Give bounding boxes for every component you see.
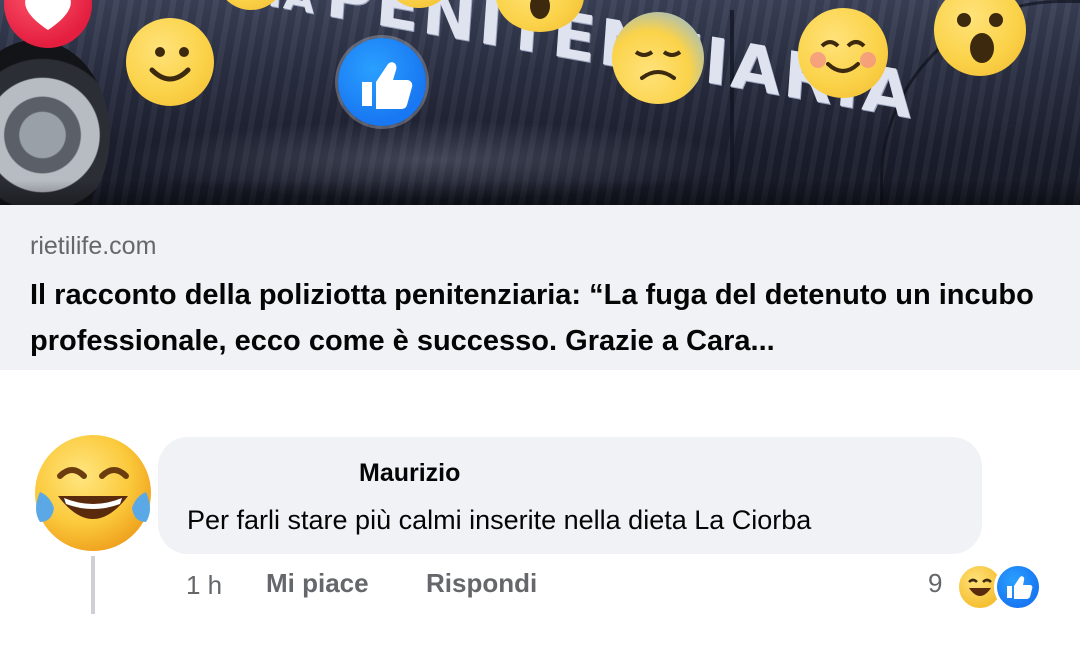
like-icon[interactable] bbox=[994, 563, 1042, 611]
tears-of-joy-icon bbox=[35, 435, 151, 551]
image-shadow bbox=[0, 180, 1080, 205]
like-reaction-icon bbox=[338, 38, 426, 126]
smile-emoji-icon bbox=[126, 18, 214, 106]
comment-author[interactable]: Maurizio bbox=[359, 459, 460, 488]
post-image[interactable]: POLIZIAPENITENZIARIA bbox=[0, 0, 1080, 205]
comment-text: Per farli stare più calmi inserite nella… bbox=[187, 505, 812, 535]
thread-line bbox=[91, 556, 95, 614]
love-reaction-icon bbox=[4, 0, 92, 48]
like-button[interactable]: Mi piace bbox=[266, 568, 369, 599]
comment-bubble[interactable] bbox=[158, 437, 982, 554]
link-domain[interactable]: rietilife.com bbox=[30, 232, 156, 261]
reaction-count[interactable]: 9 bbox=[928, 568, 942, 599]
blush-emoji-icon bbox=[798, 8, 888, 98]
surprised-emoji-icon bbox=[496, 0, 584, 32]
avatar[interactable] bbox=[30, 430, 156, 556]
link-title[interactable]: Il racconto della poliziotta penitenziar… bbox=[30, 272, 1060, 364]
comment-age[interactable]: 1 h bbox=[186, 570, 222, 601]
sad-emoji-icon bbox=[612, 12, 704, 104]
wow-emoji-icon bbox=[934, 0, 1026, 76]
reply-button[interactable]: Rispondi bbox=[426, 568, 537, 599]
